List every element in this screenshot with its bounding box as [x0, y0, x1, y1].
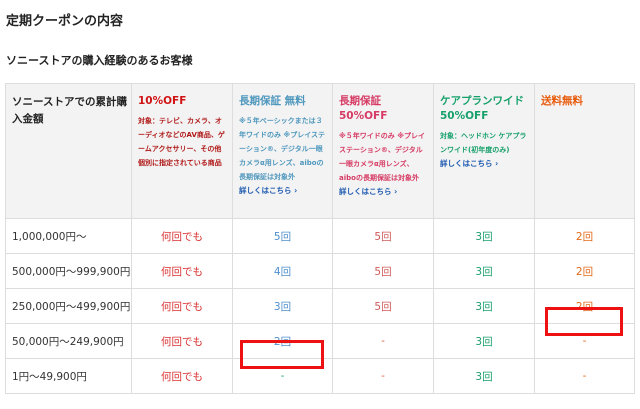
table-cell: 3回	[433, 218, 535, 254]
header-warranty-free-title: 長期保証 無料	[239, 95, 306, 107]
table-cell: 何回でも	[131, 323, 233, 359]
header-10off-note: 対象：テレビ、カメラ、オーディオなどのAV商品、ゲームアクセサリー、その他個別に…	[138, 117, 225, 167]
row-label: 50,000円〜249,900円	[5, 323, 132, 359]
highlight-box-warranty-2times	[240, 340, 324, 369]
header-warranty-free: 長期保証 無料 ※５年ベーシックまたは３年ワイドのみ ※プレイステーション®、デ…	[232, 83, 333, 219]
header-10off: 10%OFF 対象：テレビ、カメラ、オーディオなどのAV商品、ゲームアクセサリー…	[131, 83, 233, 219]
table-cell: 5回	[332, 288, 434, 324]
row-label: 500,000円〜999,900円	[5, 253, 132, 289]
table-cell: 2回	[534, 218, 635, 254]
page-subtitle: ソニーストアの購入経験のあるお客様	[6, 54, 193, 67]
table-row: 1,000,000円〜 何回でも 5回 5回 3回 2回	[5, 218, 635, 254]
table-cell: 3回	[232, 288, 333, 324]
table-cell: 5回	[332, 218, 434, 254]
header-warranty-50off-note: ※５年ワイドのみ ※プレイステーション®、デジタル一眼カメラα用レンズ、aibo…	[339, 132, 426, 182]
header-cumulative-amount: ソニーストアでの累計購入金額	[5, 83, 132, 219]
header-free-shipping: 送料無料	[534, 83, 635, 219]
header-warranty-free-note: ※５年ベーシックまたは３年ワイドのみ ※プレイステーション®、デジタル一眼カメラ…	[239, 117, 326, 181]
table-cell: -	[332, 358, 434, 394]
table-cell: 3回	[433, 253, 535, 289]
table-cell: 5回	[332, 253, 434, 289]
table-cell: 何回でも	[131, 253, 233, 289]
header-10off-title: 10%OFF	[138, 95, 187, 107]
table-cell: 3回	[433, 288, 535, 324]
header-warranty-50off-title: 長期保証 50%OFF	[339, 95, 388, 122]
highlight-box-shipping-2times	[545, 307, 623, 336]
page-title: 定期クーポンの内容	[6, 14, 124, 29]
table-cell: 3回	[433, 323, 535, 359]
table-header-row: ソニーストアでの累計購入金額 10%OFF 対象：テレビ、カメラ、オーディオなど…	[5, 83, 635, 219]
header-careplan-wide: ケアプランワイド 50%OFF 対象：ヘッドホン ケアプランワイド(初年度のみ)…	[433, 83, 535, 219]
warranty-50off-details-link[interactable]: 詳しくはこちら ›	[339, 185, 429, 199]
row-label: 1円〜49,900円	[5, 358, 132, 394]
row-label: 1,000,000円〜	[5, 218, 132, 254]
header-free-shipping-title: 送料無料	[541, 95, 583, 107]
table-cell: 2回	[534, 253, 635, 289]
table-row: 250,000円〜499,900円 何回でも 3回 5回 3回 2回	[5, 288, 635, 324]
table-cell: 5回	[232, 218, 333, 254]
table-cell: 3回	[433, 358, 535, 394]
warranty-free-details-link[interactable]: 詳しくはこちら ›	[239, 184, 328, 198]
header-careplan-wide-title: ケアプランワイド 50%OFF	[440, 95, 524, 122]
row-label: 250,000円〜499,900円	[5, 288, 132, 324]
header-cumulative-label: ソニーストアでの累計購入金額	[12, 96, 127, 125]
table-cell: -	[534, 358, 635, 394]
table-cell: 4回	[232, 253, 333, 289]
table-cell: 何回でも	[131, 358, 233, 394]
table-cell: 何回でも	[131, 218, 233, 254]
careplan-wide-details-link[interactable]: 詳しくはこちら ›	[440, 157, 530, 171]
table-cell: 何回でも	[131, 288, 233, 324]
header-warranty-50off: 長期保証 50%OFF ※５年ワイドのみ ※プレイステーション®、デジタル一眼カ…	[332, 83, 434, 219]
table-cell: -	[332, 323, 434, 359]
header-careplan-wide-note: 対象：ヘッドホン ケアプランワイド(初年度のみ)	[440, 132, 527, 154]
table-row: 500,000円〜999,900円 何回でも 4回 5回 3回 2回	[5, 253, 635, 289]
